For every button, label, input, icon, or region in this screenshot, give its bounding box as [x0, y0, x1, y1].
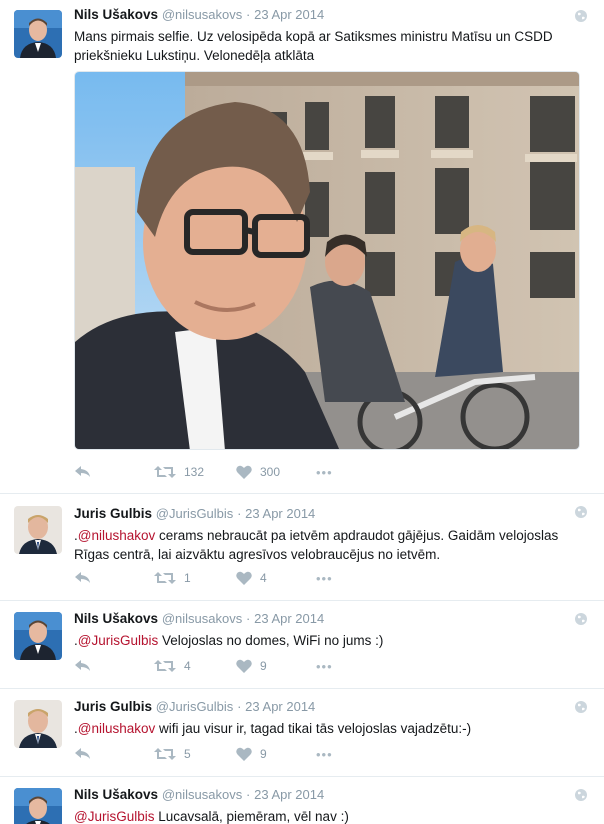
- reply-button[interactable]: [74, 571, 154, 585]
- author-handle[interactable]: @nilsusakovs: [162, 7, 242, 22]
- retweet-button[interactable]: 1: [154, 571, 236, 585]
- retweet-button[interactable]: 132: [154, 465, 236, 479]
- globe-icon: [575, 10, 587, 22]
- tweet-actions: 1 4 •••: [74, 568, 333, 588]
- tweet-text: @JurisGulbis Lucavsalā, piemēram, vēl na…: [74, 807, 572, 824]
- retweet-icon: [154, 660, 176, 672]
- tweet-header: Juris Gulbis @JurisGulbis · 23 Apr 2014: [74, 505, 572, 523]
- retweet-button[interactable]: 5: [154, 747, 236, 761]
- like-button[interactable]: 9: [236, 747, 316, 761]
- like-button[interactable]: 4: [236, 571, 316, 585]
- mention-link[interactable]: @JurisGulbis: [74, 809, 154, 824]
- author-name[interactable]: Nils Ušakovs: [74, 611, 158, 626]
- author-handle[interactable]: @JurisGulbis: [156, 506, 234, 521]
- like-count: 9: [260, 747, 267, 761]
- author-name[interactable]: Nils Ušakovs: [74, 7, 158, 22]
- retweet-icon: [154, 748, 176, 760]
- tweet-date[interactable]: 23 Apr 2014: [254, 787, 324, 802]
- reply-icon: [75, 748, 90, 759]
- globe-icon: [575, 789, 587, 801]
- avatar[interactable]: [14, 700, 62, 748]
- heart-icon: [236, 465, 252, 479]
- mention-link[interactable]: @JurisGulbis: [78, 633, 158, 648]
- tweet[interactable]: Nils Ušakovs @nilsusakovs · 23 Apr 2014 …: [0, 0, 604, 494]
- more-dots: •••: [316, 464, 333, 480]
- globe-icon: [575, 701, 587, 713]
- reply-button[interactable]: [74, 747, 154, 761]
- avatar[interactable]: [14, 788, 62, 824]
- retweet-count: 4: [184, 659, 191, 673]
- heart-icon: [236, 571, 252, 585]
- author-handle[interactable]: @JurisGulbis: [156, 699, 234, 714]
- tweet-body: Velojoslas no domes, WiFi no jums :): [158, 633, 384, 648]
- tweet-date[interactable]: 23 Apr 2014: [254, 611, 324, 626]
- tweet-text: .@nilushakov cerams nebraucāt pa ietvēm …: [74, 526, 572, 564]
- retweet-count: 132: [184, 465, 205, 479]
- tweet-photo[interactable]: [74, 71, 580, 450]
- reply-icon: [75, 466, 90, 477]
- tweet-body: Mans pirmais selfie. Uz velosipēda kopā …: [74, 29, 553, 63]
- avatar[interactable]: [14, 612, 62, 660]
- tweet-actions: 132 300 •••: [74, 462, 333, 482]
- author-name[interactable]: Juris Gulbis: [74, 506, 152, 521]
- tweet-date[interactable]: 23 Apr 2014: [245, 699, 315, 714]
- timeline: Nils Ušakovs @nilsusakovs · 23 Apr 2014 …: [0, 0, 604, 824]
- separator: ·: [245, 787, 251, 802]
- separator: ·: [245, 7, 251, 22]
- author-handle[interactable]: @nilsusakovs: [162, 611, 242, 626]
- author-name[interactable]: Nils Ušakovs: [74, 787, 158, 802]
- tweet[interactable]: Juris Gulbis @JurisGulbis · 23 Apr 2014 …: [0, 689, 604, 777]
- like-button[interactable]: 9: [236, 659, 316, 673]
- like-count: 300: [260, 465, 281, 479]
- avatar[interactable]: [14, 506, 62, 554]
- author-handle[interactable]: @nilsusakovs: [162, 787, 242, 802]
- tweet[interactable]: Nils Ušakovs @nilsusakovs · 23 Apr 2014 …: [0, 777, 604, 824]
- avatar[interactable]: [14, 10, 62, 58]
- tweet-actions: 5 9 •••: [74, 744, 333, 764]
- more-button[interactable]: •••: [316, 659, 333, 674]
- tweet-header: Nils Ušakovs @nilsusakovs · 23 Apr 2014: [74, 610, 572, 628]
- globe-icon: [575, 506, 587, 518]
- retweet-count: 1: [184, 571, 191, 585]
- retweet-count: 5: [184, 747, 191, 761]
- more-dots: •••: [316, 570, 333, 586]
- more-button[interactable]: •••: [316, 571, 333, 586]
- reply-button[interactable]: [74, 465, 154, 479]
- tweet-header: Nils Ušakovs @nilsusakovs · 23 Apr 2014: [74, 6, 572, 24]
- like-count: 9: [260, 659, 267, 673]
- tweet-date[interactable]: 23 Apr 2014: [254, 7, 324, 22]
- mention-link[interactable]: @nilushakov: [78, 528, 156, 543]
- reply-button[interactable]: [74, 659, 154, 673]
- tweet-body: Lucavsalā, piemēram, vēl nav :): [154, 809, 349, 824]
- heart-icon: [236, 659, 252, 673]
- retweet-icon: [154, 466, 176, 478]
- more-button[interactable]: •••: [316, 747, 333, 762]
- separator: ·: [237, 506, 242, 521]
- separator: ·: [245, 611, 251, 626]
- retweet-button[interactable]: 4: [154, 659, 236, 673]
- reply-icon: [75, 572, 90, 583]
- tweet[interactable]: Juris Gulbis @JurisGulbis · 23 Apr 2014 …: [0, 494, 604, 601]
- more-dots: •••: [316, 746, 333, 762]
- more-dots: •••: [316, 658, 333, 674]
- tweet-text: .@JurisGulbis Velojoslas no domes, WiFi …: [74, 631, 572, 650]
- separator: ·: [237, 699, 242, 714]
- tweet-text: .@nilushakov wifi jau visur ir, tagad ti…: [74, 719, 572, 738]
- tweet-date[interactable]: 23 Apr 2014: [245, 506, 315, 521]
- tweet-text: Mans pirmais selfie. Uz velosipēda kopā …: [74, 27, 572, 65]
- heart-icon: [236, 747, 252, 761]
- tweet[interactable]: Nils Ušakovs @nilsusakovs · 23 Apr 2014 …: [0, 601, 604, 689]
- tweet-body: wifi jau visur ir, tagad tikai tās veloj…: [155, 721, 472, 736]
- like-count: 4: [260, 571, 267, 585]
- globe-icon: [575, 613, 587, 625]
- author-name[interactable]: Juris Gulbis: [74, 699, 152, 714]
- mention-link[interactable]: @nilushakov: [78, 721, 156, 736]
- tweet-actions: 4 9 •••: [74, 656, 333, 676]
- like-button[interactable]: 300: [236, 465, 316, 479]
- reply-icon: [75, 660, 90, 671]
- tweet-header: Nils Ušakovs @nilsusakovs · 23 Apr 2014: [74, 786, 572, 804]
- retweet-icon: [154, 572, 176, 584]
- more-button[interactable]: •••: [316, 465, 333, 480]
- tweet-header: Juris Gulbis @JurisGulbis · 23 Apr 2014: [74, 698, 572, 716]
